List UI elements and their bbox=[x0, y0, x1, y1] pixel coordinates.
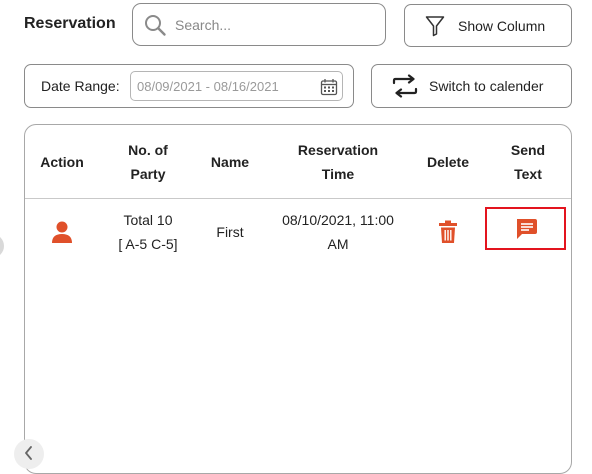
scroll-left-button[interactable] bbox=[14, 439, 44, 469]
send-text-highlight[interactable] bbox=[485, 207, 566, 250]
row-delete-cell bbox=[413, 205, 483, 259]
show-column-label: Show Column bbox=[458, 17, 546, 34]
side-panel-handle[interactable] bbox=[0, 234, 4, 258]
show-column-button[interactable]: Show Column bbox=[404, 4, 572, 47]
switch-to-calendar-button[interactable]: Switch to calender bbox=[371, 64, 572, 108]
date-range-field[interactable] bbox=[130, 71, 343, 101]
calendar-icon[interactable] bbox=[320, 78, 338, 96]
filter-funnel-icon bbox=[425, 15, 445, 36]
row-reservation-time-cell: 08/10/2021, 11:00 AM bbox=[282, 212, 394, 252]
switch-to-calendar-label: Switch to calender bbox=[429, 78, 544, 94]
date-range-filter: Date Range: bbox=[24, 64, 354, 108]
column-header-name: Name bbox=[210, 153, 250, 170]
swap-arrows-icon bbox=[392, 74, 418, 98]
row-party-cell: Total 10 [ A-5 C-5] bbox=[99, 205, 197, 259]
row-name-cell: First bbox=[216, 224, 244, 240]
user-icon[interactable] bbox=[51, 220, 73, 244]
date-range-label: Date Range: bbox=[41, 78, 120, 94]
reservation-table: Action No. of Party Name Reservation Time … bbox=[24, 124, 572, 474]
party-total: Total 10 bbox=[123, 212, 173, 228]
page-title: Reservation bbox=[24, 15, 116, 32]
search-icon bbox=[145, 14, 166, 36]
party-detail: [ A-5 C-5] bbox=[118, 236, 178, 252]
column-header-party: No. of Party bbox=[128, 141, 168, 182]
date-range-input[interactable] bbox=[135, 77, 319, 95]
trash-icon[interactable] bbox=[438, 220, 458, 244]
message-icon[interactable] bbox=[514, 217, 538, 241]
row-action-cell bbox=[25, 205, 99, 259]
column-header-delete: Delete bbox=[426, 153, 470, 170]
search-box[interactable] bbox=[132, 3, 386, 46]
search-input[interactable] bbox=[173, 15, 377, 34]
column-header-action: Action bbox=[40, 153, 84, 170]
column-header-send-text: Send Text bbox=[510, 141, 546, 182]
column-header-reservation-time: Reservation Time bbox=[297, 141, 379, 182]
table-header: Action No. of Party Name Reservation Time … bbox=[25, 125, 571, 199]
